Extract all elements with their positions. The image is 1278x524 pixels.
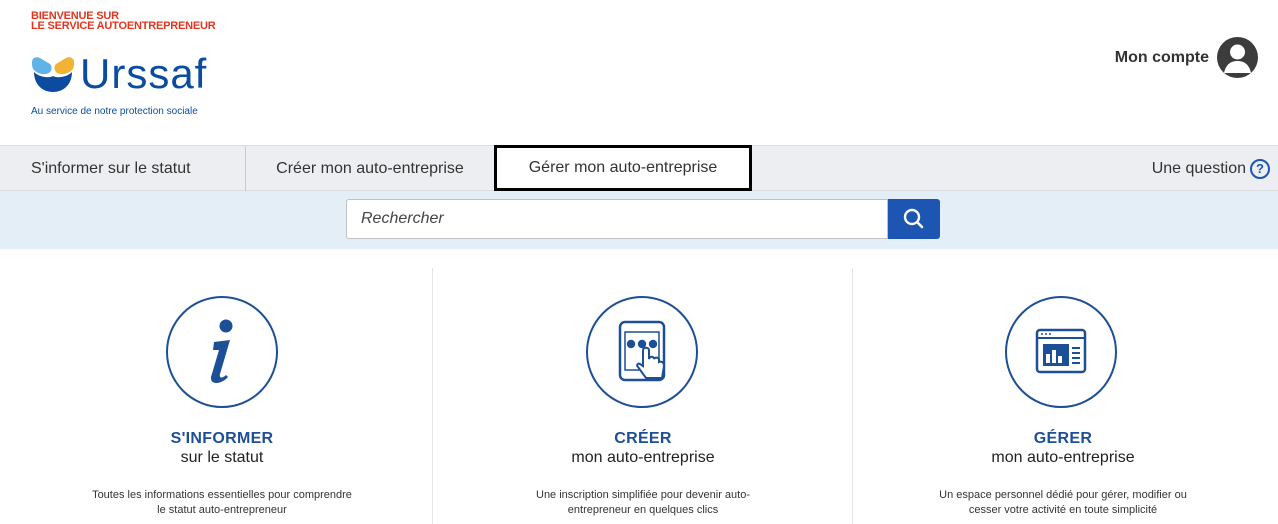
card-title: CRÉER [614,430,672,447]
nav-item-informer[interactable]: S'informer sur le statut [0,146,246,191]
site-header: BIENVENUE SUR LE SERVICE AUTOENTREPRENEU… [0,0,1278,144]
tagline: Au service de notre protection sociale [31,106,198,117]
card-informer[interactable]: S'INFORMER sur le statut Toutes les info… [12,268,432,524]
user-avatar-icon [1217,37,1258,78]
urssaf-logo-mark-icon [30,54,76,94]
main-nav: S'informer sur le statut Créer mon auto-… [0,145,1278,191]
account-button[interactable]: Mon compte [1115,37,1258,78]
nav-item-gerer[interactable]: Gérer mon auto-entreprise [494,145,752,191]
info-icon [166,296,278,408]
dashboard-chart-icon [1005,296,1117,408]
card-description: Une inscription simplifiée pour devenir … [536,489,750,516]
welcome-line-2: LE SERVICE AUTOENTREPRENEUR [31,20,216,32]
search-field-wrapper [346,199,888,239]
help-link[interactable]: Une question ? [1152,146,1270,191]
nav-item-creer[interactable]: Créer mon auto-entreprise [246,146,494,191]
welcome-banner: BIENVENUE SUR LE SERVICE AUTOENTREPRENEU… [31,11,216,32]
feature-cards: S'INFORMER sur le statut Toutes les info… [0,268,1278,524]
card-subtitle: mon auto-entreprise [991,449,1135,466]
search-icon [903,208,924,229]
card-description: Toutes les informations essentielles pou… [92,489,352,516]
search-button[interactable] [888,199,940,239]
card-subtitle: sur le statut [180,449,264,466]
card-description: Un espace personnel dédié pour gérer, mo… [939,489,1187,516]
question-circle-icon: ? [1250,158,1270,179]
search-input[interactable] [347,200,887,238]
account-label: Mon compte [1114,48,1209,66]
card-title: S'INFORMER [170,430,274,447]
search-band [0,191,1278,249]
urssaf-logo[interactable]: Urssaf [30,50,208,97]
help-label: Une question [1151,160,1246,177]
urssaf-logo-text: Urssaf [80,50,208,97]
card-title: GÉRER [1033,430,1093,447]
card-subtitle: mon auto-entreprise [571,449,715,466]
tablet-touch-icon [586,296,698,408]
card-gerer[interactable]: GÉRER mon auto-entreprise Un espace pers… [853,268,1273,524]
card-creer[interactable]: CRÉER mon auto-entreprise Une inscriptio… [433,268,853,524]
